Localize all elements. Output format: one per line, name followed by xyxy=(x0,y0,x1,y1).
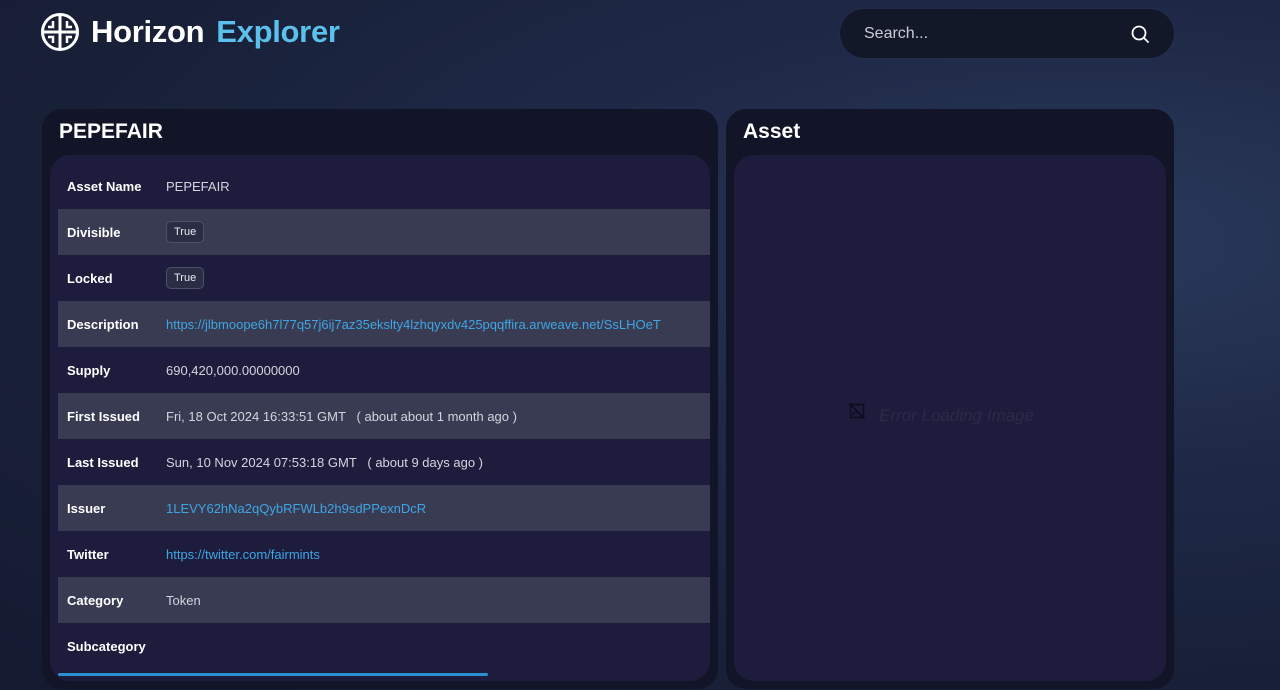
logo[interactable]: Horizon Explorer xyxy=(40,8,340,56)
row-label: Description xyxy=(67,316,139,332)
search-icon[interactable] xyxy=(1130,24,1150,44)
asset-details-panel: PEPEFAIR Asset Name PEPEFAIR Divisible T… xyxy=(42,109,718,689)
row-first-issued: First Issued Fri, 18 Oct 2024 16:33:51 G… xyxy=(58,393,710,439)
logo-word-horizon: Horizon xyxy=(91,14,205,49)
broken-image-icon xyxy=(849,403,865,419)
asset-image-panel: Asset Error Loading Image xyxy=(726,109,1174,689)
image-error: Error Loading Image xyxy=(849,403,1034,426)
asset-details-body: Asset Name PEPEFAIR Divisible True Locke… xyxy=(50,155,710,681)
row-label: Issuer xyxy=(67,500,106,516)
row-supply: Supply 690,420,000.00000000 xyxy=(58,347,710,393)
asset-image-body: Error Loading Image xyxy=(734,155,1166,681)
logo-word-explorer: Explorer xyxy=(216,14,340,49)
row-label: Locked xyxy=(67,270,113,286)
row-locked: Locked True xyxy=(58,255,710,301)
description-link[interactable]: https://jlbmoope6h7l77q57j6ij7az35ekslty… xyxy=(158,317,661,332)
row-label: First Issued xyxy=(67,408,140,424)
horizon-logo-icon xyxy=(41,13,79,51)
last-issued-value: Sun, 10 Nov 2024 07:53:18 GMT ( about 9 … xyxy=(166,454,484,470)
row-last-issued: Last Issued Sun, 10 Nov 2024 07:53:18 GM… xyxy=(58,439,710,485)
issuer-link[interactable]: 1LEVY62hNa2qQybRFWLb2h9sdPPexnDcR xyxy=(158,501,426,516)
row-label: Asset Name xyxy=(67,178,142,194)
divisible-badge: True xyxy=(166,221,205,243)
asset-image-title: Asset xyxy=(743,120,801,143)
asset-title: PEPEFAIR xyxy=(59,120,163,143)
row-label: Last Issued xyxy=(67,454,139,470)
supply-value: 690,420,000.00000000 xyxy=(166,362,300,378)
locked-value: True xyxy=(158,267,205,289)
row-twitter: Twitter https://twitter.com/fairmints xyxy=(58,531,710,577)
asset-details-table: Asset Name PEPEFAIR Divisible True Locke… xyxy=(58,163,710,681)
twitter-link[interactable]: https://twitter.com/fairmints xyxy=(158,547,320,562)
logo-text: Horizon Explorer xyxy=(91,14,340,50)
search-input[interactable] xyxy=(864,24,1130,43)
divisible-value: True xyxy=(158,221,205,243)
asset-name-value: PEPEFAIR xyxy=(166,178,230,194)
row-category: Category Token xyxy=(58,577,710,623)
row-label: Category xyxy=(67,592,124,608)
first-issued-value: Fri, 18 Oct 2024 16:33:51 GMT ( about ab… xyxy=(166,408,517,424)
locked-badge: True xyxy=(166,267,205,289)
horizontal-scrollbar[interactable] xyxy=(58,673,488,676)
row-description: Description https://jlbmoope6h7l77q57j6i… xyxy=(58,301,710,347)
row-label: Subcategory xyxy=(67,638,146,654)
row-label: Supply xyxy=(67,362,111,378)
row-divisible: Divisible True xyxy=(58,209,710,255)
row-label: Twitter xyxy=(67,546,109,562)
image-error-text: Error Loading Image xyxy=(879,406,1034,425)
row-issuer: Issuer 1LEVY62hNa2qQybRFWLb2h9sdPPexnDcR xyxy=(58,485,710,531)
search-bar xyxy=(840,9,1174,58)
row-asset-name: Asset Name PEPEFAIR xyxy=(58,163,710,209)
row-label: Divisible xyxy=(67,224,121,240)
category-value: Token xyxy=(166,592,201,608)
row-subcategory: Subcategory xyxy=(58,623,710,669)
